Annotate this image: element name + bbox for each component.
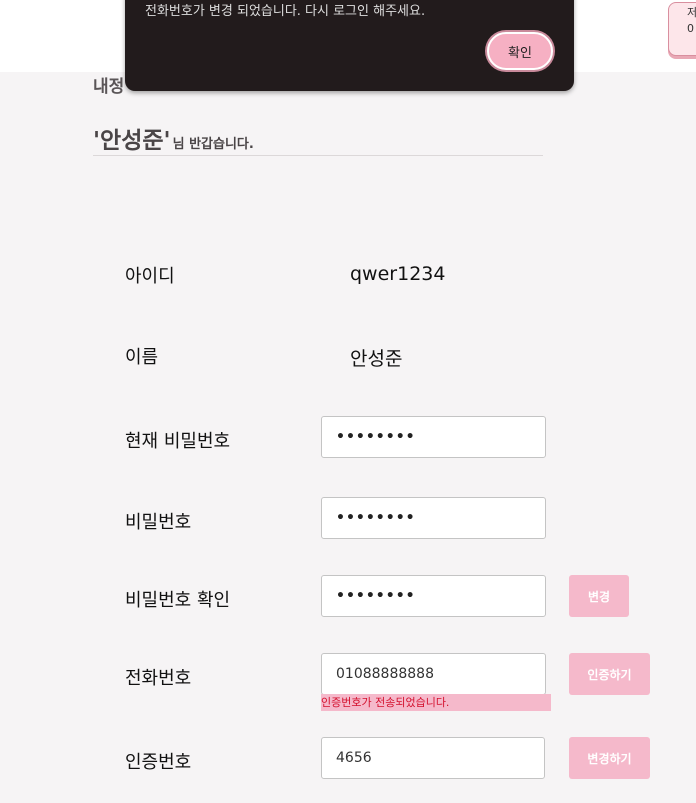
verification-code-label: 인증번호 xyxy=(125,752,192,773)
verification-code-value: 4656 xyxy=(336,750,372,766)
toast-confirm-button[interactable]: 확인 xyxy=(487,32,553,70)
section-title: 내정 xyxy=(93,77,125,97)
verification-code-input[interactable]: 4656 xyxy=(321,737,545,779)
header-corner-button[interactable]: 저 0 xyxy=(668,2,696,56)
phone-label: 전화번호 xyxy=(125,668,192,689)
greeting: '안성준' 님 반갑습니다. xyxy=(93,121,254,155)
password-confirm-mask: •••••••• xyxy=(336,588,416,604)
change-phone-button[interactable]: 변경하기 xyxy=(569,737,650,779)
password-label: 비밀번호 xyxy=(125,512,192,533)
password-confirm-input[interactable]: •••••••• xyxy=(321,575,546,617)
greeting-suffix: 님 반갑습니다. xyxy=(172,137,254,152)
verification-sent-notice: 인증번호가 전송되었습니다. xyxy=(321,694,551,711)
password-mask: •••••••• xyxy=(336,510,416,526)
notification-toast: 전화번호가 변경 되었습니다. 다시 로그인 해주세요. 확인 xyxy=(125,0,574,91)
header-corner-label-1: 저 xyxy=(687,5,696,21)
current-password-label: 현재 비밀번호 xyxy=(125,431,231,452)
phone-value: 01088888888 xyxy=(336,666,434,682)
current-password-mask: •••••••• xyxy=(336,429,416,445)
toast-message: 전화번호가 변경 되었습니다. 다시 로그인 해주세요. xyxy=(145,4,426,19)
phone-input[interactable]: 01088888888 xyxy=(321,653,546,695)
password-confirm-label: 비밀번호 확인 xyxy=(125,590,231,611)
current-password-input[interactable]: •••••••• xyxy=(321,416,546,458)
name-label: 이름 xyxy=(125,347,159,368)
password-input[interactable]: •••••••• xyxy=(321,497,546,539)
name-value: 안성준 xyxy=(350,348,403,370)
change-password-button[interactable]: 변경 xyxy=(569,575,629,617)
id-label: 아이디 xyxy=(125,266,175,287)
greeting-divider xyxy=(93,155,543,156)
verify-phone-button[interactable]: 인증하기 xyxy=(569,653,650,695)
header-corner-label-2: 0 xyxy=(687,22,694,35)
greeting-user-name: '안성준' xyxy=(93,128,171,154)
id-value: qwer1234 xyxy=(350,263,446,285)
